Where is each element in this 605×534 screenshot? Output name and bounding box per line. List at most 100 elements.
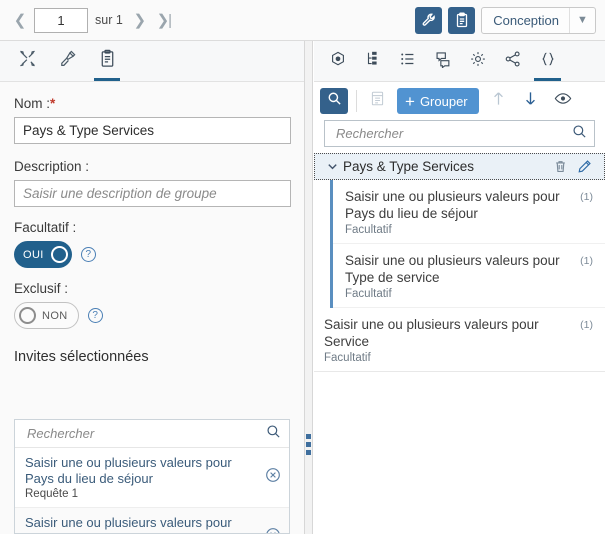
share-icon <box>504 50 522 73</box>
selected-prompts-title: Invites sélectionnées <box>14 349 149 365</box>
optional-toggle[interactable]: OUI <box>14 241 72 268</box>
splitter-grip[interactable] <box>306 434 311 455</box>
cube-icon <box>329 50 347 73</box>
wrench-icon <box>421 12 437 28</box>
name-input[interactable] <box>14 117 291 144</box>
tree-item-subtitle: Facultatif <box>345 288 392 300</box>
exclusive-toggle-label: Exclusif : <box>14 281 69 296</box>
braces-icon <box>539 50 557 73</box>
list-item[interactable]: Saisir une ou plusieurs valeurs pour Typ… <box>15 508 289 533</box>
prompts-tree: Pays & Type Services Saisir une ou plusi… <box>314 153 605 372</box>
tree-item-subtitle: Facultatif <box>345 224 392 236</box>
top-toolbar: ❮ sur 1 ❯ ❯| <box>0 0 605 41</box>
group-button[interactable]: + Grouper <box>397 88 479 114</box>
tree-item-title: Saisir une ou plusieurs valeurs pour Pay… <box>345 189 560 221</box>
exclusive-toggle-state: NON <box>42 309 68 322</box>
panel-splitter[interactable] <box>305 41 313 534</box>
top-toolbar-actions: Conception ▼ <box>415 6 605 34</box>
pencil-icon[interactable] <box>572 159 596 174</box>
name-label-text: Nom : <box>14 96 51 111</box>
exclusive-toggle-row: NON ? <box>14 302 290 329</box>
search-button[interactable] <box>320 88 348 114</box>
clipboard-icon <box>454 12 470 28</box>
tree-item-count: (1) <box>580 319 593 331</box>
share-tab[interactable] <box>495 41 530 81</box>
arrow-up-icon <box>491 90 506 112</box>
move-up-button[interactable] <box>487 89 511 113</box>
right-toolbar: + Grouper <box>314 82 605 120</box>
selected-search-row <box>15 420 289 448</box>
description-field-label: Description : <box>14 159 90 174</box>
exclusive-toggle[interactable]: NON <box>14 302 79 329</box>
left-tabbar <box>0 41 304 82</box>
list-item-text: Saisir une ou plusieurs valeurs pour Typ… <box>25 515 265 533</box>
last-page-icon[interactable]: ❯| <box>154 8 174 32</box>
arrow-down-icon <box>523 90 538 112</box>
list-item[interactable]: Saisir une ou plusieurs valeurs pour Pay… <box>15 448 289 508</box>
move-down-button[interactable] <box>519 89 543 113</box>
trash-icon[interactable] <box>548 159 572 174</box>
pagination: ❮ sur 1 ❯ ❯| <box>0 7 174 33</box>
mode-select[interactable]: Conception ▼ <box>481 6 596 34</box>
comments-tab[interactable] <box>425 41 460 81</box>
clipboard-button[interactable] <box>448 6 476 34</box>
toggle-knob-icon <box>50 246 68 263</box>
optional-toggle-state: OUI <box>23 248 44 261</box>
exclusive-help-icon[interactable]: ? <box>87 308 103 323</box>
paint-tab[interactable] <box>51 41 83 81</box>
mode-select-label: Conception <box>493 12 559 28</box>
tree-group-children: Saisir une ou plusieurs valeurs pour Pay… <box>330 180 605 308</box>
tree-item[interactable]: Saisir une ou plusieurs valeurs pour Pay… <box>333 180 605 244</box>
chevron-down-icon[interactable] <box>321 160 343 173</box>
tree-item-title: Saisir une ou plusieurs valeurs pour Ser… <box>324 317 539 349</box>
gear-icon <box>469 50 487 73</box>
page-total-label: sur 1 <box>95 13 123 27</box>
tools-tab[interactable] <box>11 41 43 81</box>
tree-item[interactable]: Saisir une ou plusieurs valeurs pour Ser… <box>314 308 605 372</box>
table-button[interactable] <box>365 89 389 113</box>
cube-tab[interactable] <box>320 41 355 81</box>
list-item-title: Saisir une ou plusieurs valeurs pour Typ… <box>25 515 232 533</box>
list-tab[interactable] <box>390 41 425 81</box>
preview-button[interactable] <box>551 89 575 113</box>
tree-group-row[interactable]: Pays & Type Services <box>314 153 605 180</box>
selected-search-input[interactable] <box>25 425 266 442</box>
hierarchy-tab[interactable] <box>355 41 390 81</box>
wrench-button[interactable] <box>415 6 443 34</box>
optional-help-icon[interactable]: ? <box>80 247 96 262</box>
group-button-label: Grouper <box>419 93 468 109</box>
list-item-subtitle: Requête 1 <box>25 488 79 500</box>
settings-tab[interactable] <box>460 41 495 81</box>
toggle-knob-icon <box>19 307 36 324</box>
list-item-title: Saisir une ou plusieurs valeurs pour Pay… <box>25 455 232 486</box>
prev-page-icon[interactable]: ❮ <box>10 8 30 32</box>
clipboard-icon <box>98 49 117 73</box>
code-tab[interactable] <box>530 41 565 81</box>
tree-item[interactable]: Saisir une ou plusieurs valeurs pour Typ… <box>333 244 605 308</box>
selected-prompts-box: Saisir une ou plusieurs valeurs pour Pay… <box>14 419 290 534</box>
description-input[interactable] <box>14 180 291 207</box>
properties-tab[interactable] <box>91 41 123 81</box>
circle-close-icon[interactable] <box>265 467 281 483</box>
eye-icon <box>554 91 572 111</box>
next-page-icon[interactable]: ❯ <box>130 8 150 32</box>
comments-icon <box>434 50 452 73</box>
circle-close-icon[interactable] <box>265 527 281 533</box>
tree-item-count: (1) <box>580 191 593 203</box>
hierarchy-icon <box>364 50 382 73</box>
paint-roller-icon <box>58 49 77 73</box>
tree-item-row: Saisir une ou plusieurs valeurs pour Pay… <box>345 188 593 222</box>
prompt-group-editor: ❮ sur 1 ❯ ❯| <box>0 0 605 534</box>
chevron-down-icon[interactable]: ▼ <box>569 7 595 33</box>
required-marker: * <box>50 96 56 111</box>
table-icon <box>369 90 386 112</box>
toolbar-divider <box>356 90 357 112</box>
page-number-input[interactable] <box>34 7 88 33</box>
tree-search-row <box>324 120 595 147</box>
search-icon[interactable] <box>572 124 587 144</box>
search-icon <box>327 91 342 111</box>
search-icon[interactable] <box>266 424 281 444</box>
tree-item-row: Saisir une ou plusieurs valeurs pour Typ… <box>345 252 593 286</box>
tree-search-input[interactable] <box>334 125 572 142</box>
name-field-label: Nom :* <box>14 96 290 111</box>
